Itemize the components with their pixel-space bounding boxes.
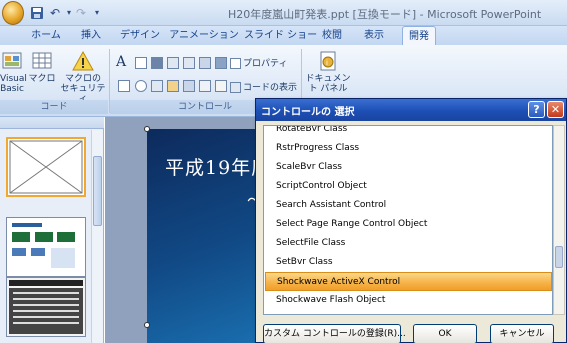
toggle-control-icon[interactable]: [215, 57, 227, 69]
ok-button[interactable]: OK: [413, 324, 477, 343]
list-scrollbar[interactable]: [553, 125, 565, 315]
control-list[interactable]: RotateBvr Class RstrProgress Class Scale…: [263, 125, 553, 315]
listbox-control-icon[interactable]: [167, 57, 179, 69]
slides-scrollbar[interactable]: [91, 130, 103, 343]
powerpoint-window: ↶ ▾ ↷ ▾ H20年度嵐山町発表.ppt [互換モード] - Microso…: [0, 0, 567, 343]
selection-handle[interactable]: [144, 322, 150, 328]
list-item[interactable]: SelectFile Class: [265, 234, 552, 253]
tab-design[interactable]: デザイン: [118, 26, 162, 45]
slides-panel: [0, 117, 104, 343]
visual-basic-button[interactable]: Visual Basic: [0, 50, 27, 94]
scrollbar-control-icon[interactable]: [199, 57, 211, 69]
undo-icon[interactable]: ↶: [48, 6, 62, 20]
svg-text:i: i: [326, 59, 328, 67]
tab-developer[interactable]: 開発: [402, 26, 436, 45]
ribbon-tabs: ホーム 挿入 デザイン アニメーション スライド ショー 校閲 表示 開発: [0, 26, 567, 45]
spin-control-icon[interactable]: [183, 80, 195, 92]
more-controls-icon[interactable]: [199, 80, 211, 92]
view-code-icon: [230, 82, 241, 93]
image-control-icon[interactable]: [151, 57, 163, 69]
tab-insert[interactable]: 挿入: [74, 26, 108, 45]
help-button[interactable]: ?: [528, 101, 545, 118]
visual-basic-label: Visual Basic: [0, 74, 27, 94]
warning-icon: [72, 50, 94, 72]
list-item[interactable]: ScriptControl Object: [265, 177, 552, 196]
customize-qat-icon[interactable]: ▾: [90, 6, 104, 20]
select-control-dialog: コントロールの 選択 ? ✕ RotateBvr Class RstrProgr…: [255, 98, 567, 343]
radio-control-icon[interactable]: [135, 80, 147, 92]
title-bar: ↶ ▾ ↷ ▾ H20年度嵐山町発表.ppt [互換モード] - Microso…: [0, 0, 567, 26]
scroll-thumb[interactable]: [555, 246, 563, 268]
close-button[interactable]: ✕: [547, 101, 564, 118]
macro-security-button[interactable]: マクロの セキュリティ: [60, 50, 106, 104]
list-item[interactable]: Search Assistant Control: [265, 196, 552, 215]
selection-handle[interactable]: [144, 126, 150, 132]
tab-animation[interactable]: アニメーション: [168, 26, 240, 45]
properties-button[interactable]: プロパティ: [230, 56, 287, 69]
properties-label: プロパティ: [243, 59, 288, 69]
tab-slideshow[interactable]: スライド ショー: [244, 26, 317, 45]
label-control-icon[interactable]: A: [116, 54, 126, 70]
tab-view[interactable]: 表示: [356, 26, 392, 45]
save-icon[interactable]: [30, 6, 44, 20]
slide-thumbnail[interactable]: [6, 277, 86, 337]
list-item-selected[interactable]: Shockwave ActiveX Control: [265, 272, 552, 291]
code-group-label: コード: [0, 100, 108, 114]
scroll-thumb[interactable]: [93, 156, 102, 226]
tab-home[interactable]: ホーム: [28, 26, 64, 45]
office-button[interactable]: [2, 1, 24, 25]
document-panel-button[interactable]: i ドキュメント パネル: [303, 50, 353, 94]
slide-thumbnail[interactable]: [6, 137, 86, 197]
window-title: H20年度嵐山町発表.ppt [互換モード] - Microsoft Power…: [228, 8, 542, 21]
list-item[interactable]: RotateBvr Class: [265, 126, 552, 139]
tab-review[interactable]: 校閲: [316, 26, 348, 45]
cancel-button[interactable]: キャンセル: [490, 324, 554, 343]
redo-icon[interactable]: ↷: [74, 6, 88, 20]
dialog-title-bar: コントロールの 選択 ? ✕: [256, 99, 566, 121]
textbox-control-icon[interactable]: [135, 57, 147, 69]
checkbox-control-icon[interactable]: [118, 80, 130, 92]
macro-button[interactable]: マクロ: [28, 50, 56, 84]
combobox-control-icon[interactable]: [183, 57, 195, 69]
list-item[interactable]: Shockwave Flash Object: [265, 291, 552, 310]
slides-panel-tabs[interactable]: [0, 117, 104, 129]
properties-icon: [230, 58, 241, 69]
quick-access-toolbar: ↶ ▾ ↷ ▾: [0, 0, 105, 26]
view-code-button[interactable]: コードの表示: [230, 80, 297, 93]
document-panel-label: ドキュメント パネル: [305, 74, 351, 94]
register-custom-control-button[interactable]: カスタム コントロールの登録(R)...: [263, 324, 406, 343]
document-panel-icon: i: [317, 50, 339, 72]
list-item[interactable]: SetBvr Class: [265, 253, 552, 272]
slide-thumbnail[interactable]: [6, 217, 86, 277]
macro-icon: [31, 50, 53, 72]
dialog-title: コントロールの 選択: [261, 107, 355, 118]
view-code-label: コードの表示: [243, 83, 298, 93]
macro-label: マクロ: [28, 74, 56, 84]
visual-basic-icon: [1, 50, 23, 72]
frame-control-icon[interactable]: [167, 80, 179, 92]
list-item[interactable]: RstrProgress Class: [265, 139, 552, 158]
list-item[interactable]: Select Page Range Control Object: [265, 215, 552, 234]
design-mode-icon[interactable]: [215, 80, 227, 92]
list-item[interactable]: ScaleBvr Class: [265, 158, 552, 177]
button-control-icon[interactable]: [151, 80, 163, 92]
